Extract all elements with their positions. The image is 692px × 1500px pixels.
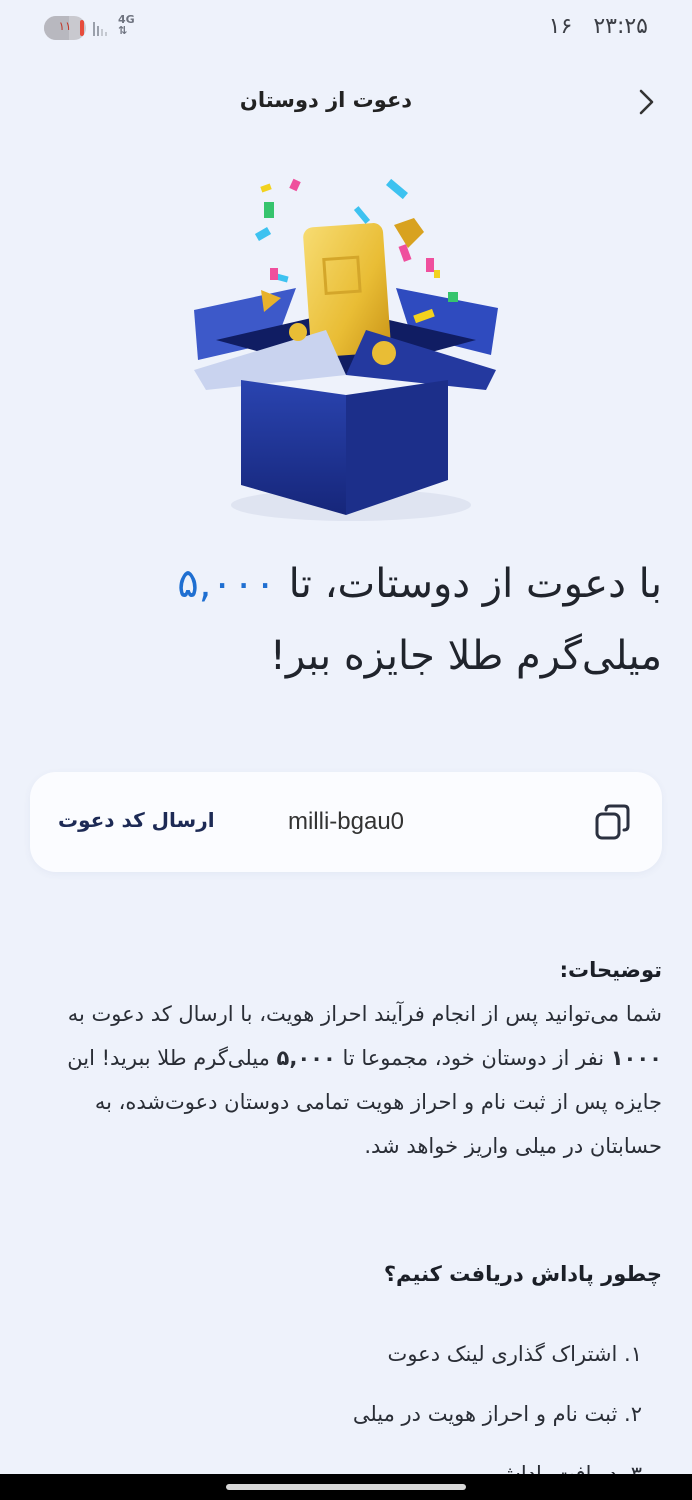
- signal-icon: [93, 22, 107, 36]
- headline-line2: میلی‌گرم طلا جایزه ببر!: [269, 633, 662, 679]
- list-item: ۲. ثبت نام و احراز هویت در میلی: [352, 1402, 642, 1426]
- invite-code: milli-bgau0: [287, 808, 405, 835]
- how-to-title: چطور پاداش دریافت کنیم؟: [383, 1262, 662, 1286]
- clock: ۱۶ ۲۳:۲۵: [549, 14, 648, 39]
- list-item: ۱. اشتراک گذاری لینک دعوت: [387, 1342, 642, 1366]
- date-label: ۱۶: [548, 14, 573, 39]
- headline-amount: ۵,۰۰۰: [177, 561, 276, 607]
- home-indicator[interactable]: [226, 1484, 466, 1490]
- status-bar: ۱۱ 4G ⇅ ۱۶ ۲۳:۲۵: [0, 0, 692, 56]
- time-label: ۲۳:۲۵: [593, 14, 648, 39]
- network-type: 4G ⇅: [118, 13, 135, 37]
- description-title: توضیحات:: [559, 958, 662, 982]
- description-text: شما می‌توانید پس از انجام فرآیند احراز ه…: [67, 1002, 662, 1158]
- battery-level: ۱۱: [58, 19, 72, 33]
- copy-icon[interactable]: [594, 802, 632, 842]
- page-title: دعوت از دوستان: [239, 88, 413, 112]
- navigation-bar: [0, 1474, 692, 1500]
- battery-icon: ۱۱: [44, 16, 86, 40]
- app-header: دعوت از دوستان: [0, 78, 692, 126]
- total-amount: ۵,۰۰۰: [276, 1046, 336, 1070]
- headline: با دعوت از دوستات، تا ۵,۰۰۰ میلی‌گرم طلا…: [30, 548, 662, 692]
- invite-code-card: ارسال کد دعوت milli-bgau0: [30, 772, 662, 872]
- gift-box-illustration: [194, 178, 498, 521]
- friends-count: ۱۰۰۰: [610, 1046, 662, 1070]
- headline-prefix: با دعوت از دوستات، تا: [275, 561, 662, 607]
- back-chevron-icon[interactable]: [630, 86, 662, 118]
